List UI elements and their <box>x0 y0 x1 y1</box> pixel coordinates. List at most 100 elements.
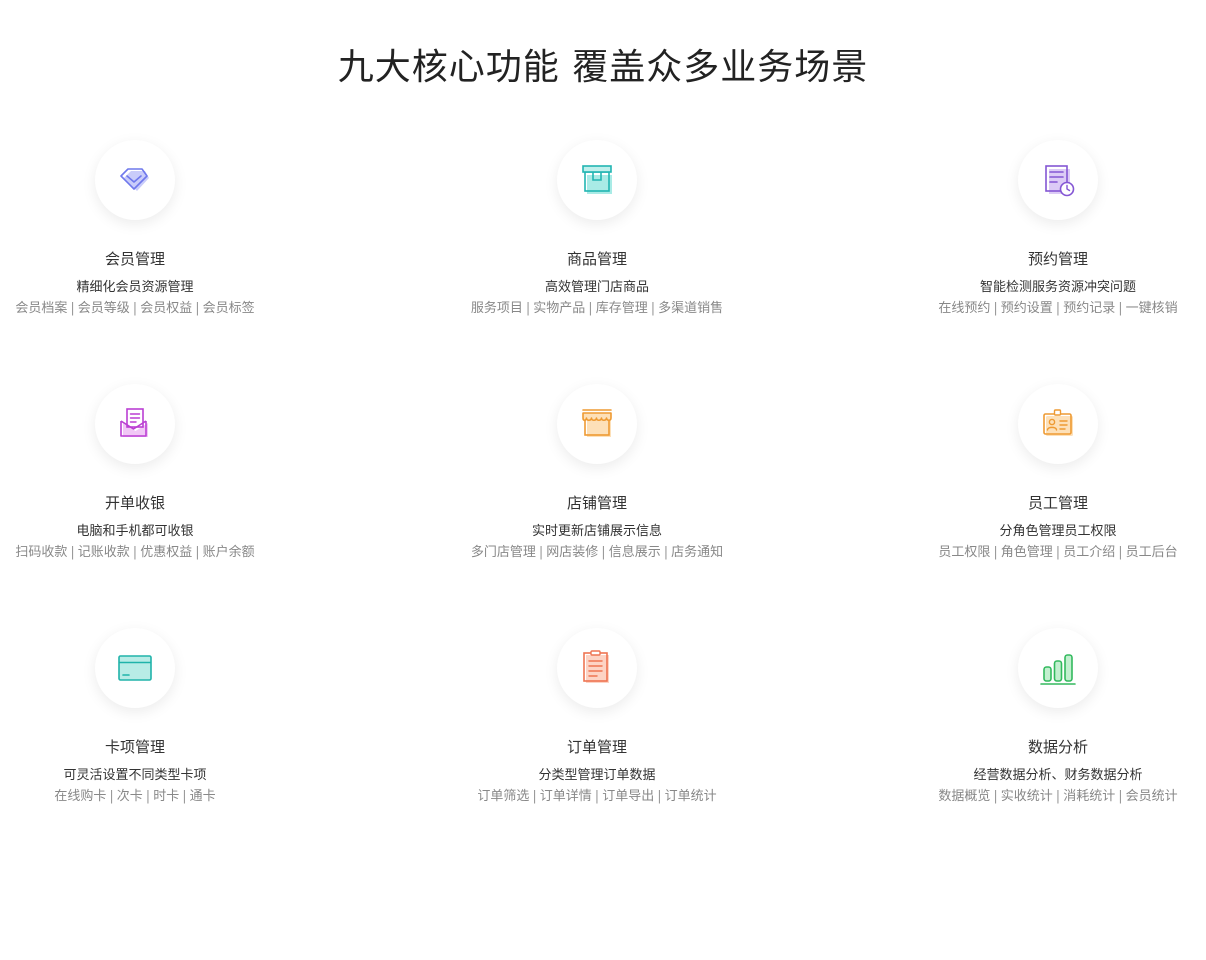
tag-separator: | <box>195 301 200 316</box>
feature-tag[interactable]: 实收统计 <box>1001 788 1053 806</box>
feature-tag[interactable]: 次卡 <box>117 788 143 806</box>
feature-tag[interactable]: 一键核销 <box>1126 300 1178 318</box>
feature-title: 员工管理 <box>1027 494 1088 512</box>
feature-title: 预约管理 <box>1027 250 1088 268</box>
feature-description: 分角色管理员工权限 <box>999 524 1117 539</box>
feature-description: 分类型管理订单数据 <box>538 768 656 783</box>
feature-tag[interactable]: 预约记录 <box>1063 300 1115 318</box>
feature-tag[interactable]: 多渠道销售 <box>658 300 723 318</box>
feature-tags: 订单筛选 | 订单详情 | 订单导出 | 订单统计 <box>447 788 747 806</box>
feature-tags: 扫码收款 | 记账收款 | 优惠权益 | 账户余额 <box>0 544 285 562</box>
tag-separator: | <box>1118 301 1123 316</box>
envelope-receipt-icon <box>120 408 148 437</box>
tag-separator: | <box>525 301 531 316</box>
feature-title: 订单管理 <box>566 738 627 756</box>
clipboard-icon <box>583 650 609 683</box>
feature-tag[interactable]: 员工后台 <box>1126 544 1178 562</box>
feature-tag[interactable]: 预约设置 <box>1001 300 1053 318</box>
feature-tags: 服务项目 | 实物产品 | 库存管理 | 多渠道销售 <box>447 300 747 318</box>
feature-tags: 会员档案 | 会员等级 | 会员权益 | 会员标签 <box>0 300 285 318</box>
feature-staff-management[interactable]: 员工管理 分角色管理员工权限 员工权限 | 角色管理 | 员工介绍 | 员工后台 <box>908 384 1206 562</box>
feature-tags: 数据概览 | 实收统计 | 消耗统计 | 会员统计 <box>908 788 1206 806</box>
feature-tag[interactable]: 多门店管理 <box>471 544 536 562</box>
feature-tag[interactable]: 店务通知 <box>671 544 723 562</box>
tag-separator: | <box>594 789 600 804</box>
feature-tag[interactable]: 订单导出 <box>602 788 654 806</box>
tag-separator: | <box>1118 789 1123 804</box>
feature-tag[interactable]: 角色管理 <box>1001 544 1053 562</box>
schedule-icon <box>1045 165 1075 197</box>
feature-title: 卡项管理 <box>104 738 165 756</box>
feature-tag[interactable]: 网店装修 <box>546 544 598 562</box>
feature-icon-container <box>95 140 175 220</box>
feature-tags: 在线预约 | 预约设置 | 预约记录 | 一键核销 <box>908 300 1206 318</box>
feature-tag[interactable]: 会员权益 <box>140 300 192 318</box>
tag-separator: | <box>182 789 187 804</box>
feature-description: 经营数据分析、财务数据分析 <box>973 768 1143 783</box>
feature-tag[interactable]: 信息展示 <box>609 544 661 562</box>
feature-icon-container <box>1018 140 1098 220</box>
tag-separator: | <box>588 301 593 316</box>
page-title: 九大核心功能 覆盖众多业务场景 <box>337 47 869 88</box>
feature-icon-container <box>95 384 175 464</box>
feature-product-management[interactable]: 商品管理 高效管理门店商品 服务项目 | 实物产品 | 库存管理 | 多渠道销售 <box>447 140 747 318</box>
feature-tag[interactable]: 记账收款 <box>78 544 130 562</box>
feature-tag[interactable]: 员工权限 <box>938 544 990 562</box>
id-badge-icon <box>1043 409 1073 436</box>
feature-tag[interactable]: 消耗统计 <box>1063 788 1115 806</box>
tag-separator: | <box>993 545 998 560</box>
storefront-icon <box>582 409 612 437</box>
feature-title: 开单收银 <box>104 494 165 512</box>
feature-title: 数据分析 <box>1027 738 1088 756</box>
feature-tag[interactable]: 会员等级 <box>78 300 130 318</box>
feature-tag[interactable]: 通卡 <box>190 788 216 806</box>
feature-icon-container <box>1018 628 1098 708</box>
feature-tag[interactable]: 订单筛选 <box>477 788 529 806</box>
tag-separator: | <box>601 545 606 560</box>
tag-separator: | <box>132 545 138 560</box>
tag-separator: | <box>1055 789 1061 804</box>
feature-store-management[interactable]: 店铺管理 实时更新店铺展示信息 多门店管理 | 网店装修 | 信息展示 | 店务通知 <box>447 384 747 562</box>
feature-tag[interactable]: 会员统计 <box>1126 788 1178 806</box>
tag-separator: | <box>1055 301 1061 316</box>
card-icon <box>118 655 152 681</box>
feature-tag[interactable]: 订单统计 <box>665 788 717 806</box>
feature-tag[interactable]: 扫码收款 <box>15 544 67 562</box>
feature-tags: 多门店管理 | 网店装修 | 信息展示 | 店务通知 <box>447 544 747 562</box>
feature-tag[interactable]: 账户余额 <box>203 544 255 562</box>
feature-tag[interactable]: 在线预约 <box>938 300 990 318</box>
tag-separator: | <box>993 789 998 804</box>
feature-tag[interactable]: 在线购卡 <box>54 788 106 806</box>
feature-tag[interactable]: 数据概览 <box>938 788 990 806</box>
feature-description: 高效管理门店商品 <box>544 280 649 295</box>
box-icon <box>582 165 612 194</box>
feature-description: 可灵活设置不同类型卡项 <box>63 768 207 783</box>
feature-booking-management[interactable]: 预约管理 智能检测服务资源冲突问题 在线预约 | 预约设置 | 预约记录 | 一键核销 <box>908 140 1206 318</box>
feature-checkout-cashier[interactable]: 开单收银 电脑和手机都可收银 扫码收款 | 记账收款 | 优惠权益 | 账户余额 <box>0 384 285 562</box>
tag-separator: | <box>132 301 138 316</box>
tag-separator: | <box>657 789 662 804</box>
feature-tag[interactable]: 优惠权益 <box>140 544 192 562</box>
tag-separator: | <box>663 545 669 560</box>
tag-separator: | <box>145 789 151 804</box>
feature-description: 电脑和手机都可收银 <box>76 524 194 539</box>
feature-tag[interactable]: 会员档案 <box>15 300 67 318</box>
feature-tag[interactable]: 实物产品 <box>533 300 585 318</box>
feature-tags: 在线购卡 | 次卡 | 时卡 | 通卡 <box>0 788 285 806</box>
feature-icon-container <box>1018 384 1098 464</box>
feature-order-management[interactable]: 订单管理 分类型管理订单数据 订单筛选 | 订单详情 | 订单导出 | 订单统计 <box>447 628 747 806</box>
feature-description: 智能检测服务资源冲突问题 <box>979 280 1136 295</box>
feature-card-management[interactable]: 卡项管理 可灵活设置不同类型卡项 在线购卡 | 次卡 | 时卡 | 通卡 <box>0 628 285 806</box>
feature-tags: 员工权限 | 角色管理 | 员工介绍 | 员工后台 <box>908 544 1206 562</box>
feature-tag[interactable]: 时卡 <box>153 788 179 806</box>
feature-member-management[interactable]: 会员管理 精细化会员资源管理 会员档案 | 会员等级 | 会员权益 | 会员标签 <box>0 140 285 318</box>
feature-tag[interactable]: 会员标签 <box>203 300 255 318</box>
feature-tag[interactable]: 订单详情 <box>540 788 592 806</box>
feature-tag[interactable]: 员工介绍 <box>1063 544 1115 562</box>
tag-separator: | <box>993 301 998 316</box>
feature-tag[interactable]: 库存管理 <box>596 300 648 318</box>
feature-tag[interactable]: 服务项目 <box>471 300 523 318</box>
feature-description: 精细化会员资源管理 <box>76 280 194 295</box>
tag-separator: | <box>532 789 537 804</box>
feature-data-analysis[interactable]: 数据分析 经营数据分析、财务数据分析 数据概览 | 实收统计 | 消耗统计 | 会员统计 <box>908 628 1206 806</box>
